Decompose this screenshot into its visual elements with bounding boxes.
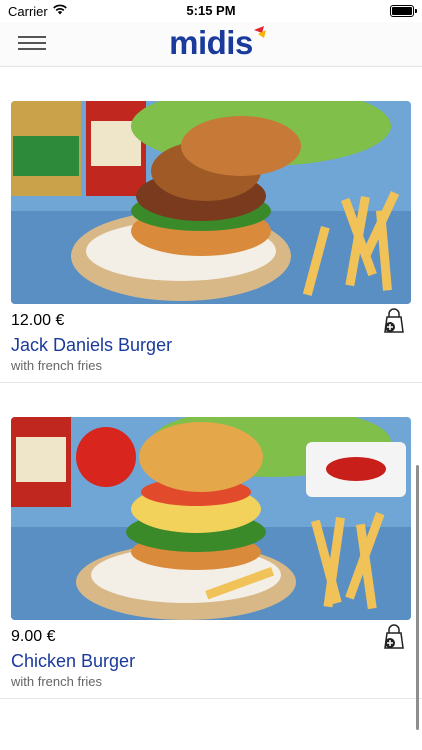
- product-image-jack-daniels-burger[interactable]: [11, 101, 411, 304]
- product-description: with french fries: [11, 674, 103, 689]
- product-description: with french fries: [11, 358, 103, 373]
- shopping-bag-add-icon[interactable]: [383, 624, 407, 650]
- status-bar: Carrier 5:15 PM: [0, 0, 422, 22]
- scrollbar[interactable]: [416, 465, 419, 730]
- divider: [0, 698, 422, 699]
- shopping-bag-add-icon[interactable]: [383, 308, 407, 334]
- brand-logo: midis: [0, 24, 422, 62]
- product-list[interactable]: 12.00 € Jack Daniels Burger with french …: [0, 67, 422, 750]
- logo-accent-icon: [254, 26, 266, 38]
- product-card[interactable]: 9.00 € Chicken Burger with french fries: [0, 383, 422, 698]
- status-time: 5:15 PM: [186, 3, 236, 18]
- product-name[interactable]: Chicken Burger: [11, 651, 135, 672]
- logo-text: midis: [169, 24, 253, 61]
- battery-icon: [390, 5, 417, 17]
- product-name[interactable]: Jack Daniels Burger: [11, 335, 172, 356]
- product-card[interactable]: 12.00 € Jack Daniels Burger with french …: [0, 67, 422, 382]
- product-price: 9.00 €: [11, 628, 56, 645]
- product-image-chicken-burger[interactable]: [11, 417, 411, 620]
- navigation-bar: midis: [0, 22, 422, 67]
- product-price: 12.00 €: [11, 312, 65, 329]
